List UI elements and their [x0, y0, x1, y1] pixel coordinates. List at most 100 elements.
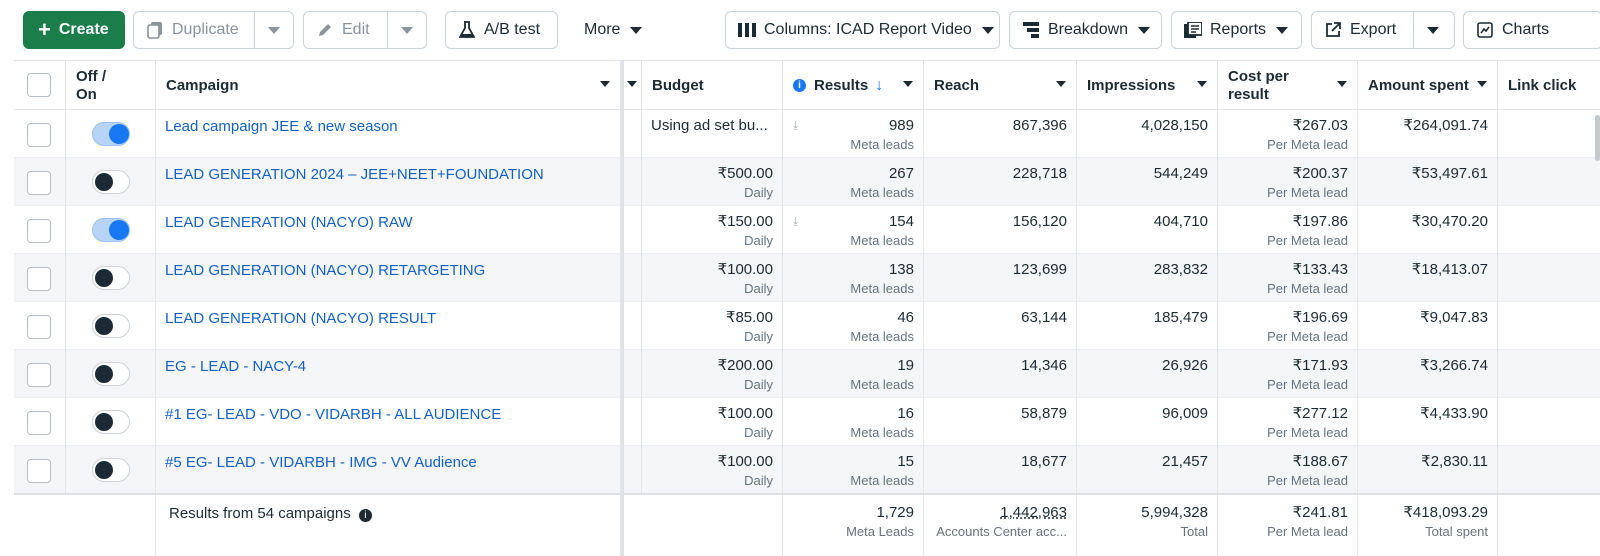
link-clicks-cell [1498, 254, 1600, 302]
row-checkbox[interactable] [27, 459, 51, 483]
campaign-name-link[interactable]: LEAD GENERATION (NACYO) RETARGETING [156, 254, 621, 302]
cost-per-result-cell: ₹277.12 Per Meta lead [1218, 398, 1358, 446]
budget-header[interactable]: Budget [642, 61, 783, 110]
budget-cell: ₹150.00 Daily [642, 206, 783, 254]
campaign-name-link[interactable]: EG - LEAD - NACY-4 [156, 350, 621, 398]
amount-spent-cell: ₹4,433.90 [1358, 398, 1498, 446]
flask-icon [458, 21, 476, 39]
budget-cell: ₹500.00 Daily [642, 158, 783, 206]
download-icon[interactable]: ⤓ [793, 118, 798, 133]
cost-per-result-cell: ₹196.69 Per Meta lead [1218, 302, 1358, 350]
breakdown-button[interactable]: Breakdown [1009, 11, 1162, 49]
more-button[interactable]: More [570, 11, 650, 49]
breakdown-icon [1022, 21, 1040, 39]
campaign-name-link[interactable]: #5 EG- LEAD - VIDARBH - IMG - VV Audienc… [156, 446, 621, 494]
column-menu[interactable] [624, 61, 642, 110]
export-icon [1324, 21, 1342, 39]
charts-button[interactable]: Charts [1463, 11, 1600, 49]
amount-spent-cell: ₹3,266.74 [1358, 350, 1498, 398]
table-row[interactable]: LEAD GENERATION (NACYO) RETARGETING ₹100.… [14, 254, 1600, 302]
amount-spent-cell: ₹9,047.83 [1358, 302, 1498, 350]
results-cell: 15 Meta leads [783, 446, 924, 494]
select-all-checkbox[interactable] [27, 73, 51, 97]
toggle-knob [95, 269, 113, 287]
table-row[interactable]: LEAD GENERATION 2024 – JEE+NEET+FOUNDATI… [14, 158, 1600, 206]
row-checkbox[interactable] [27, 171, 51, 195]
table-row[interactable]: LEAD GENERATION (NACYO) RESULT ₹85.00 Dail… [14, 302, 1600, 350]
link-clicks-cell [1498, 398, 1600, 446]
impressions-header[interactable]: Impressions [1077, 61, 1218, 110]
campaign-toggle[interactable] [92, 458, 130, 482]
campaign-name-link[interactable]: LEAD GENERATION 2024 – JEE+NEET+FOUNDATI… [156, 158, 621, 206]
export-dropdown-icon[interactable] [1427, 27, 1439, 34]
table-row[interactable]: LEAD GENERATION (NACYO) RAW ₹150.00 Daily ⤓… [14, 206, 1600, 254]
download-icon[interactable]: ⤓ [793, 214, 798, 229]
amount-spent-cell: ₹30,470.20 [1358, 206, 1498, 254]
columns-button[interactable]: Columns: ICAD Report Video [725, 11, 1000, 49]
duplicate-dropdown-icon[interactable] [268, 27, 280, 34]
amount-spent-header[interactable]: Amount spent [1358, 61, 1498, 110]
campaign-name-link[interactable]: Lead campaign JEE & new season [156, 110, 621, 158]
edit-button[interactable]: Edit [303, 11, 427, 49]
campaign-toggle[interactable] [92, 170, 130, 194]
amount-spent-cell: ₹18,413.07 [1358, 254, 1498, 302]
campaign-toggle[interactable] [92, 362, 130, 386]
row-checkbox[interactable] [27, 411, 51, 435]
columns-icon [738, 21, 756, 39]
footer-reach: 1,442,963 Accounts Center acc... [924, 495, 1077, 556]
campaign-name-link[interactable]: #1 EG- LEAD - VDO - VIDARBH - ALL AUDIEN… [156, 398, 621, 446]
row-checkbox[interactable] [27, 363, 51, 387]
footer-results: 1,729 Meta Leads [783, 495, 924, 556]
off-on-header[interactable]: Off / On [66, 61, 156, 110]
table-row[interactable]: EG - LEAD - NACY-4 ₹200.00 Daily 19 Meta lea… [14, 350, 1600, 398]
chevron-down-icon [903, 81, 913, 87]
results-header[interactable]: i Results ↓ [783, 61, 924, 110]
reports-button[interactable]: Reports [1171, 11, 1302, 49]
campaign-toggle[interactable] [92, 314, 130, 338]
row-checkbox[interactable] [27, 219, 51, 243]
sort-arrow-icon: ↓ [875, 76, 884, 94]
frozen-column-divider[interactable] [621, 61, 624, 556]
campaign-toggle[interactable] [92, 266, 130, 290]
table-header: Off / On Campaign Budget i Results ↓ Rea… [14, 61, 1600, 110]
create-button[interactable]: + Create [23, 11, 125, 49]
row-checkbox[interactable] [27, 267, 51, 291]
budget-cell: ₹100.00 Daily [642, 446, 783, 494]
link-clicks-header[interactable]: Link click [1498, 61, 1600, 110]
reach-header[interactable]: Reach [924, 61, 1077, 110]
duplicate-button[interactable]: Duplicate [133, 11, 294, 49]
table-row[interactable]: #1 EG- LEAD - VDO - VIDARBH - ALL AUDIEN… [14, 398, 1600, 446]
select-all-cell [14, 61, 66, 110]
reach-cell: 63,144 [924, 302, 1077, 350]
table-row[interactable]: Lead campaign JEE & new season Using ad s… [14, 110, 1600, 158]
budget-cell: ₹200.00 Daily [642, 350, 783, 398]
info-icon[interactable]: i [358, 509, 372, 522]
results-cell: ⤓ 989 Meta leads [783, 110, 924, 158]
campaign-name-link[interactable]: LEAD GENERATION (NACYO) RESULT [156, 302, 621, 350]
export-button[interactable]: Export [1311, 11, 1455, 49]
vertical-scrollbar[interactable] [1595, 115, 1600, 161]
footer-cost-per-result: ₹241.81 Per Meta lead [1218, 495, 1358, 556]
table-row[interactable]: #5 EG- LEAD - VIDARBH - IMG - VV Audienc… [14, 446, 1600, 494]
edit-dropdown-icon[interactable] [401, 27, 413, 34]
toggle-knob [109, 124, 129, 144]
link-clicks-cell [1498, 446, 1600, 494]
toolbar: + Create Duplicate Edit A/B test More Co… [0, 0, 1600, 60]
cost-per-result-cell: ₹197.86 Per Meta lead [1218, 206, 1358, 254]
campaign-header[interactable]: Campaign [156, 61, 621, 110]
campaign-name-link[interactable]: LEAD GENERATION (NACYO) RAW [156, 206, 621, 254]
row-checkbox[interactable] [27, 123, 51, 147]
link-clicks-cell [1498, 302, 1600, 350]
reach-cell: 58,879 [924, 398, 1077, 446]
link-clicks-cell [1498, 110, 1600, 158]
cost-per-result-header[interactable]: Cost per result [1218, 61, 1358, 110]
campaign-toggle[interactable] [92, 410, 130, 434]
ab-test-button[interactable]: A/B test [445, 11, 558, 49]
chevron-down-icon [1276, 26, 1289, 34]
pencil-icon [316, 21, 334, 39]
row-checkbox[interactable] [27, 315, 51, 339]
campaign-toggle[interactable] [92, 122, 130, 146]
campaign-toggle[interactable] [92, 218, 130, 242]
chevron-down-icon [627, 81, 637, 87]
impressions-cell: 21,457 [1077, 446, 1218, 494]
